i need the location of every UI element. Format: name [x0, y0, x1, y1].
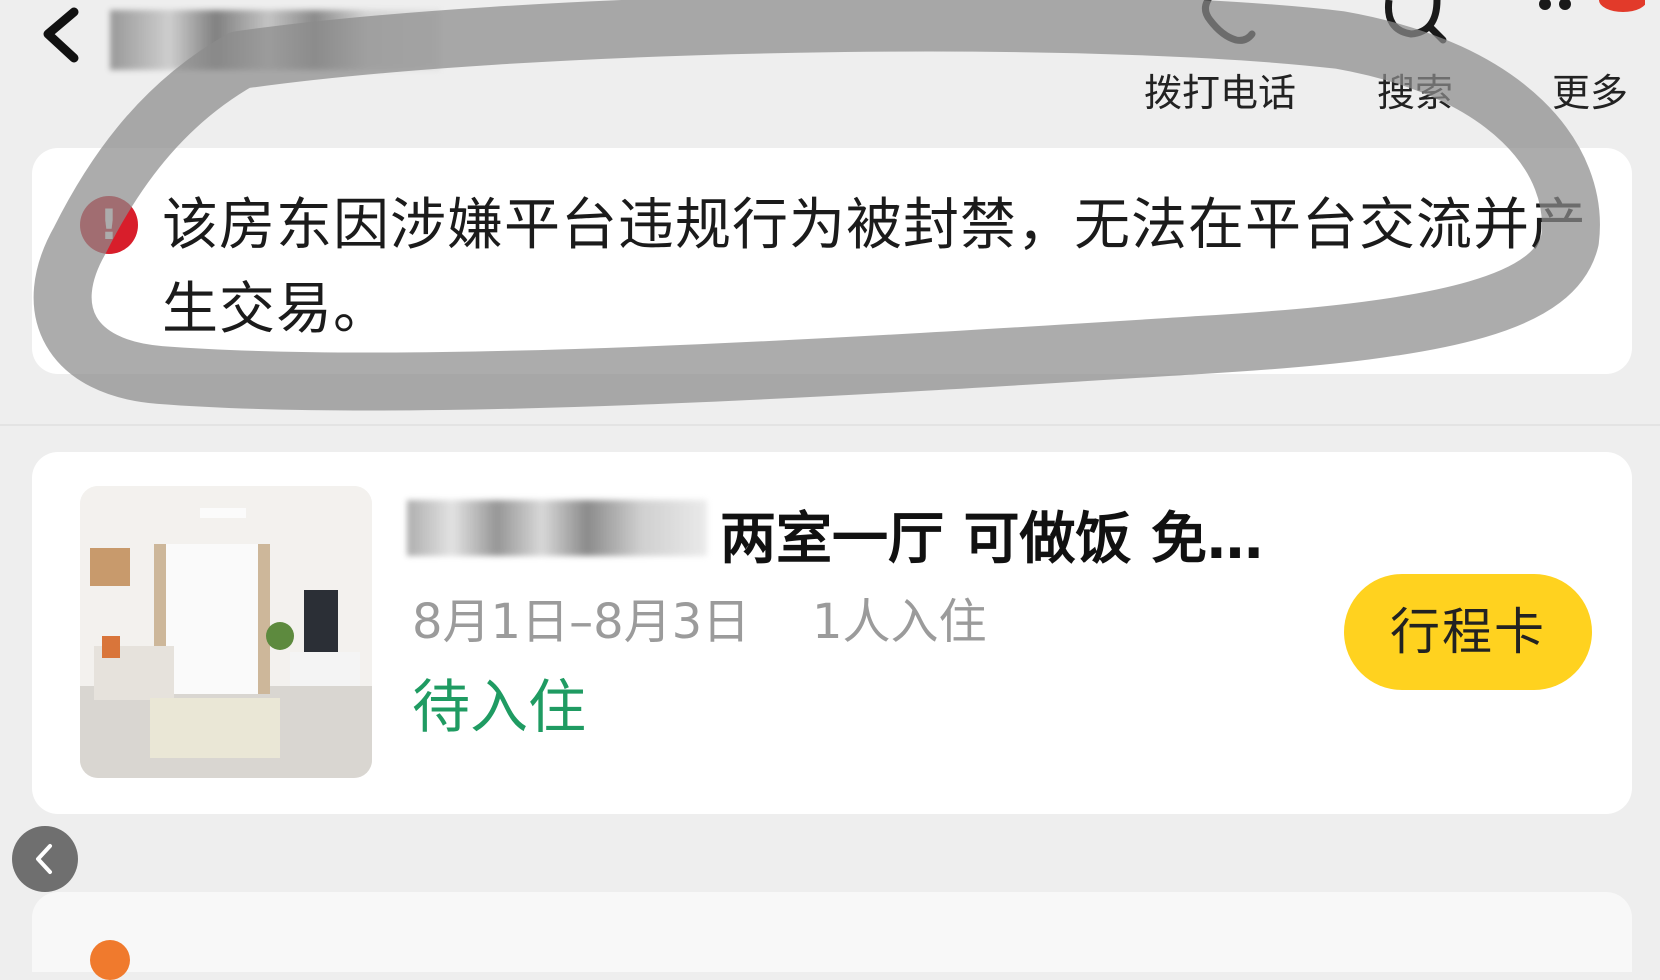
search-button[interactable]: 搜索	[1355, 0, 1475, 120]
trip-dates: 8月1日–8月3日	[412, 594, 751, 650]
back-button[interactable]	[40, 6, 90, 66]
back-arrow-icon	[43, 7, 79, 63]
section-divider	[0, 424, 1660, 426]
conversation-name-blurred	[110, 10, 440, 70]
ban-notice-card: ! 该房东因涉嫌平台违规行为被封禁，无法在平台交流并产生交易。	[32, 148, 1632, 374]
listing-title[interactable]: 两室一厅 可做饭 免…	[720, 494, 1320, 575]
top-bar: 拨打电话 搜索 更多	[0, 0, 1660, 140]
booking-card[interactable]: 两室一厅 可做饭 免… 8月1日–8月3日 1人入住 待入住 行程卡	[32, 452, 1632, 814]
chevron-left-icon	[36, 844, 52, 874]
call-button[interactable]: 拨打电话	[1120, 0, 1320, 120]
guest-count: 1人入住	[812, 594, 987, 650]
more-label: 更多	[1551, 71, 1628, 115]
more-icon	[1535, 0, 1647, 58]
booking-status: 待入住	[412, 673, 587, 741]
phone-icon	[1120, 0, 1320, 58]
more-button[interactable]: 更多	[1535, 0, 1647, 120]
next-card-badge	[90, 940, 130, 980]
floating-collapse-button[interactable]	[12, 826, 78, 892]
listing-photo[interactable]	[80, 486, 372, 778]
search-icon	[1355, 0, 1475, 58]
itinerary-card-button[interactable]: 行程卡	[1344, 574, 1592, 690]
search-label: 搜索	[1376, 71, 1453, 115]
ban-notice-text: 该房东因涉嫌平台违规行为被封禁，无法在平台交流并产生交易。	[162, 193, 1587, 342]
call-label: 拨打电话	[1143, 71, 1296, 115]
listing-name-blurred	[407, 500, 707, 556]
next-card-peek	[32, 892, 1632, 980]
alert-icon: !	[80, 196, 138, 254]
